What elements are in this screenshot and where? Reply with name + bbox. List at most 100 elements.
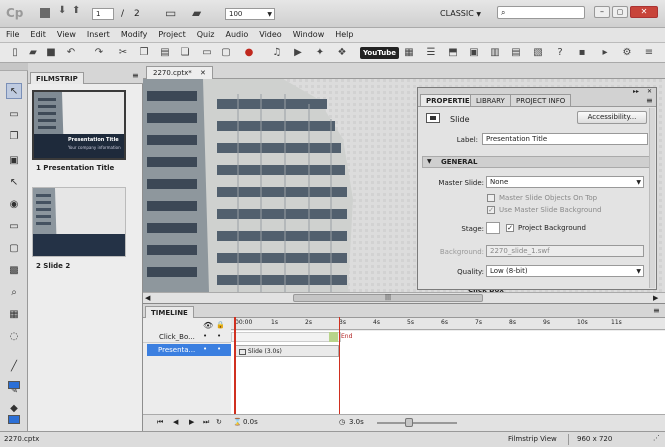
folder-icon[interactable]: ▰ [192,6,201,20]
tab-library[interactable]: LIBRARY [470,94,511,106]
zoom-slider-thumb[interactable] [405,418,413,427]
prev-frame-icon[interactable]: ◀ [173,418,178,426]
arrow-down-icon[interactable]: ⬇ [58,5,66,16]
minimize-button[interactable]: – [594,6,610,18]
menu-modify[interactable]: Modify [115,28,153,39]
button-tool-icon[interactable]: ◉ [6,197,22,213]
select-tool-icon[interactable]: ↖ [6,83,22,99]
timeline-tracks[interactable]: End Slide (3.0s) [231,317,665,414]
animation-tool-icon[interactable]: ◌ [6,329,22,345]
accessibility-button[interactable]: Accessibility... [577,111,647,124]
document-tab[interactable]: 2270.cptx* ✕ [146,66,213,79]
layer-lock-dot[interactable]: • [217,332,221,340]
playhead-start[interactable] [234,317,236,414]
use-master-background-checkbox[interactable]: ✓ [487,206,495,214]
last-frame-icon[interactable]: ⏭ [203,418,209,427]
shape-icon[interactable]: ⬒ [446,46,460,60]
click-box-tool-icon[interactable]: ▢ [6,241,22,257]
slide-track-bar[interactable]: Slide (3.0s) [235,345,339,357]
menu-project[interactable]: Project [152,28,190,39]
layer-visible-dot[interactable]: • [203,345,207,353]
paste-icon[interactable]: ▤ [158,46,172,60]
redo-icon[interactable]: ↷ [92,46,106,60]
layer-visible-dot[interactable]: • [203,332,207,340]
open-icon[interactable]: ▰ [26,46,40,60]
stage-scrollbar[interactable]: ◀ ||| ▶ [143,292,665,303]
caption-icon[interactable]: ▤ [509,46,523,60]
cut-icon[interactable]: ✂ [116,46,130,60]
highlight-tool-icon[interactable]: ▣ [6,153,22,169]
menu-window[interactable]: Window [287,28,330,39]
zoom-slider[interactable] [377,422,457,424]
play-icon[interactable]: ▶ [189,418,194,426]
fill-color-swatch[interactable] [8,415,20,424]
menu-video[interactable]: Video [253,28,286,39]
end-marker-line[interactable] [339,317,340,414]
label-input[interactable]: Presentation Title [482,133,648,145]
settings-icon[interactable]: ⚙ [620,46,634,60]
click-box-track-bar[interactable] [231,332,341,342]
mouse-tool-icon[interactable]: ↖ [6,175,22,191]
click-box-track-end[interactable] [329,332,338,342]
flash-icon[interactable]: ✦ [313,46,327,60]
master-slide-select[interactable]: None ▼ [486,176,644,188]
arrow-up-icon[interactable]: ⬆ [72,5,80,16]
layer-row-presentation[interactable]: Presenta... • • [147,344,231,356]
new-file-icon[interactable]: ▯ [8,46,22,60]
record-icon[interactable]: ● [242,46,256,60]
table-icon[interactable]: ▦ [402,46,416,60]
scroll-thumb[interactable]: ||| [293,294,483,302]
youtube-button[interactable]: YouTube [360,47,399,59]
panel-collapse-icon[interactable]: ▸▸ [633,88,639,95]
panel-menu-icon[interactable]: ≡ [642,46,656,60]
general-section-header[interactable]: ▼ GENERAL [422,156,652,168]
search-input[interactable]: ⌕ [497,6,585,19]
preview-icon[interactable]: ▸ [598,46,612,60]
blank-slide-icon[interactable]: ▢ [219,46,233,60]
slide-1-title[interactable]: 1 Presentation Title [36,164,114,172]
panel-menu-icon[interactable]: ≡ [646,96,653,105]
menu-insert[interactable]: Insert [81,28,115,39]
quality-select[interactable]: Low (8-bit) ▼ [486,265,644,277]
layer-row-click-box[interactable]: Click_Bo... • • [143,331,231,343]
duplicate-icon[interactable]: ❏ [178,46,192,60]
scroll-left-icon[interactable]: ◀ [145,294,150,302]
zoom-select[interactable]: 100 ▼ [225,8,275,20]
stage-color-swatch[interactable] [486,222,500,234]
line-tool-icon[interactable]: ╱ [6,359,22,375]
zoom-tool-icon[interactable]: ⌕ [6,285,22,301]
loop-icon[interactable]: ↻ [216,418,222,426]
menu-edit[interactable]: Edit [24,28,51,39]
first-frame-icon[interactable]: ⏮ [157,418,163,427]
panel-menu-icon[interactable]: ≡ [653,306,660,315]
master-objects-on-top-checkbox[interactable] [487,194,495,202]
scroll-right-icon[interactable]: ▶ [653,294,658,302]
caption-tool-icon[interactable]: ▭ [6,107,22,123]
tab-project-info[interactable]: PROJECT INFO [510,94,572,106]
slide-thumbnail-2[interactable] [32,187,126,257]
timeline-ruler[interactable]: 00:00 1s 2s 3s 4s 5s 6s 7s 8s 9s 10s 11s [231,318,665,330]
stroke-color-swatch[interactable] [8,381,20,389]
menu-help[interactable]: Help [329,28,358,39]
slide-2-title[interactable]: 2 Slide 2 [36,262,70,270]
highlight-icon[interactable]: ▥ [488,46,502,60]
menu-quiz[interactable]: Quiz [191,28,220,39]
menu-audio[interactable]: Audio [220,28,254,39]
close-icon[interactable]: ✕ [200,69,206,77]
image-tool-icon[interactable]: ▩ [6,263,22,279]
project-background-checkbox[interactable]: ✓ [506,224,514,232]
publish-icon[interactable]: ▪ [575,46,589,60]
menu-view[interactable]: View [51,28,81,39]
visibility-icon[interactable]: 👁 [203,321,213,330]
new-slide-icon[interactable]: ▭ [200,46,214,60]
workspace-switcher[interactable]: CLASSIC ▼ [440,9,481,18]
layer-lock-dot[interactable]: • [217,345,221,353]
resize-grip-icon[interactable]: ⋰ [653,434,660,442]
slide-thumbnail-1[interactable]: Presentation Title Your company informat… [32,90,126,160]
widget-icon[interactable]: ▧ [531,46,545,60]
background-field[interactable]: 2270_slide_1.swf [486,245,644,257]
page-number-input[interactable]: 1 [92,8,114,20]
save-icon[interactable] [40,8,50,18]
image-icon[interactable]: ▣ [467,46,481,60]
preview-icon[interactable]: ▭ [165,6,176,20]
